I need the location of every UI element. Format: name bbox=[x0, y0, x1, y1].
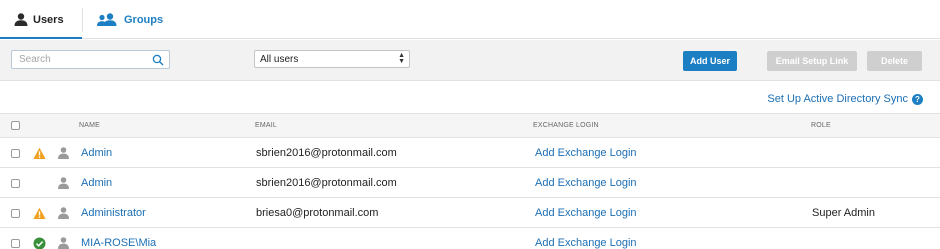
user-icon bbox=[58, 207, 69, 219]
user-name-link[interactable]: Admin bbox=[81, 147, 112, 159]
column-header-exchange-login[interactable]: EXCHANGE LOGIN bbox=[533, 122, 599, 129]
add-user-button[interactable]: Add User bbox=[683, 51, 737, 71]
row-checkbox[interactable] bbox=[11, 239, 20, 248]
search-box bbox=[11, 50, 170, 69]
warning-icon bbox=[33, 147, 46, 159]
warning-icon bbox=[33, 207, 46, 219]
tab-divider bbox=[82, 8, 83, 32]
active-directory-sync-link[interactable]: Set Up Active Directory Sync ? bbox=[767, 93, 923, 105]
delete-button[interactable]: Delete bbox=[867, 51, 922, 71]
tab-groups[interactable]: Groups bbox=[97, 0, 163, 39]
active-tab-indicator bbox=[0, 37, 82, 39]
toolbar: All users ▲▼ Add User Email Setup Link D… bbox=[0, 40, 940, 81]
user-icon bbox=[58, 177, 69, 189]
table-row[interactable]: Administrator briesa0@protonmail.com Add… bbox=[0, 199, 940, 228]
help-icon[interactable]: ? bbox=[912, 93, 923, 105]
table-header: NAME EMAIL EXCHANGE LOGIN ROLE bbox=[0, 113, 940, 138]
row-checkbox[interactable] bbox=[11, 209, 20, 218]
column-header-email[interactable]: EMAIL bbox=[255, 122, 277, 129]
search-icon[interactable] bbox=[152, 54, 164, 66]
user-name-link[interactable]: MIA-ROSE\Mia bbox=[81, 237, 156, 249]
user-email: briesa0@protonmail.com bbox=[256, 207, 379, 219]
user-name-link[interactable]: Admin bbox=[81, 177, 112, 189]
user-role: Super Admin bbox=[812, 207, 875, 219]
select-arrows-icon: ▲ ▼ bbox=[398, 52, 405, 65]
row-checkbox[interactable] bbox=[11, 149, 20, 158]
groups-icon bbox=[97, 13, 117, 26]
table-row[interactable]: Admin sbrien2016@protonmail.com Add Exch… bbox=[0, 139, 940, 168]
user-name-link[interactable]: Administrator bbox=[81, 207, 146, 219]
add-exchange-login-link[interactable]: Add Exchange Login bbox=[535, 177, 637, 189]
user-filter-select[interactable]: All users ▲ ▼ bbox=[254, 50, 410, 68]
column-header-role[interactable]: ROLE bbox=[811, 122, 831, 129]
search-input[interactable] bbox=[12, 54, 152, 65]
user-icon bbox=[14, 13, 28, 26]
tab-users[interactable]: Users bbox=[14, 0, 64, 39]
sync-link-label: Set Up Active Directory Sync bbox=[767, 93, 908, 105]
user-filter-value: All users bbox=[260, 53, 299, 65]
user-icon bbox=[58, 237, 69, 249]
add-exchange-login-link[interactable]: Add Exchange Login bbox=[535, 147, 637, 159]
tab-bar: Users Groups bbox=[0, 0, 940, 39]
user-icon bbox=[58, 147, 69, 159]
table-row[interactable]: Admin sbrien2016@protonmail.com Add Exch… bbox=[0, 169, 940, 198]
check-icon bbox=[33, 237, 46, 249]
email-setup-link-button[interactable]: Email Setup Link bbox=[767, 51, 857, 71]
table-row[interactable]: MIA-ROSE\Mia Add Exchange Login bbox=[0, 229, 940, 249]
user-email: sbrien2016@protonmail.com bbox=[256, 177, 397, 189]
row-checkbox[interactable] bbox=[11, 179, 20, 188]
select-all-checkbox[interactable] bbox=[11, 121, 20, 130]
add-exchange-login-link[interactable]: Add Exchange Login bbox=[535, 207, 637, 219]
user-email: sbrien2016@protonmail.com bbox=[256, 147, 397, 159]
tab-groups-label: Groups bbox=[124, 13, 164, 26]
tab-users-label: Users bbox=[33, 13, 64, 26]
add-exchange-login-link[interactable]: Add Exchange Login bbox=[535, 237, 637, 249]
column-header-name[interactable]: NAME bbox=[79, 122, 100, 129]
